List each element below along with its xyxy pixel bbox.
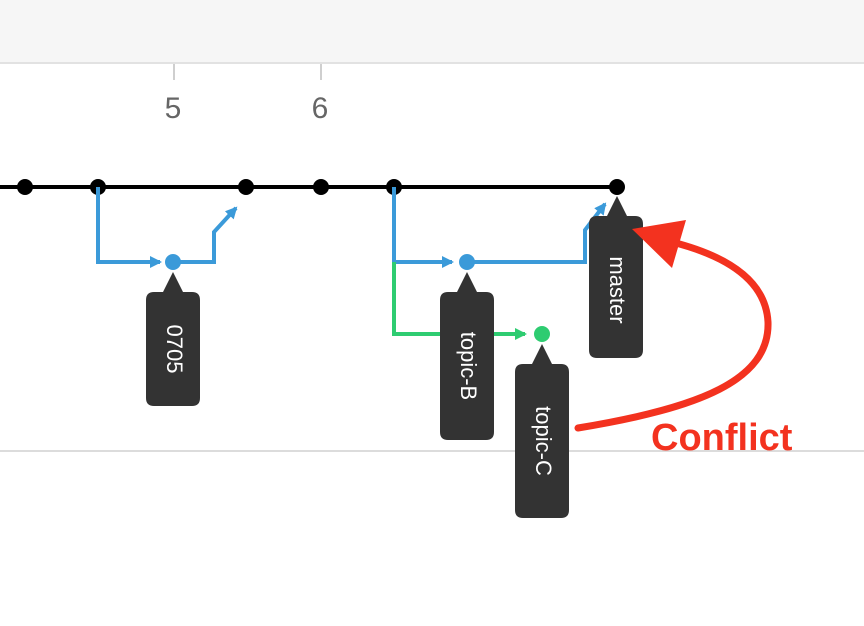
tag-master-label: master (605, 256, 630, 323)
tag-0705-label: 0705 (162, 325, 187, 374)
branch-0705-merge-line (173, 206, 238, 264)
branch-0705-out-line (96, 187, 162, 268)
git-graph: 5 6 0705 topic-B topic-C master Conflict (0, 64, 864, 518)
tag-topic-c[interactable]: topic-C (515, 344, 569, 518)
commit-node[interactable] (238, 179, 254, 195)
commit-node[interactable] (17, 179, 33, 195)
tag-topic-c-label: topic-C (531, 406, 556, 476)
commit-node-topic-c[interactable] (534, 326, 550, 342)
tick-label-6: 6 (312, 92, 329, 125)
conflict-label: Conflict (651, 417, 793, 459)
branch-topic-b-merge-line (467, 202, 607, 264)
tag-master[interactable]: master (589, 196, 643, 358)
commit-node-topic-b[interactable] (459, 254, 475, 270)
commit-node-0705[interactable] (165, 254, 181, 270)
tag-topic-b[interactable]: topic-B (440, 272, 494, 440)
timeline-axis: 5 6 (165, 64, 329, 125)
branch-topic-b (392, 187, 607, 270)
commit-node-master-head[interactable] (609, 179, 625, 195)
tag-0705[interactable]: 0705 (146, 272, 200, 406)
branch-topic-b-out-line (392, 187, 454, 268)
tick-label-5: 5 (165, 92, 182, 125)
branch-0705 (96, 187, 238, 270)
commit-node[interactable] (313, 179, 329, 195)
tag-topic-b-label: topic-B (456, 332, 481, 400)
